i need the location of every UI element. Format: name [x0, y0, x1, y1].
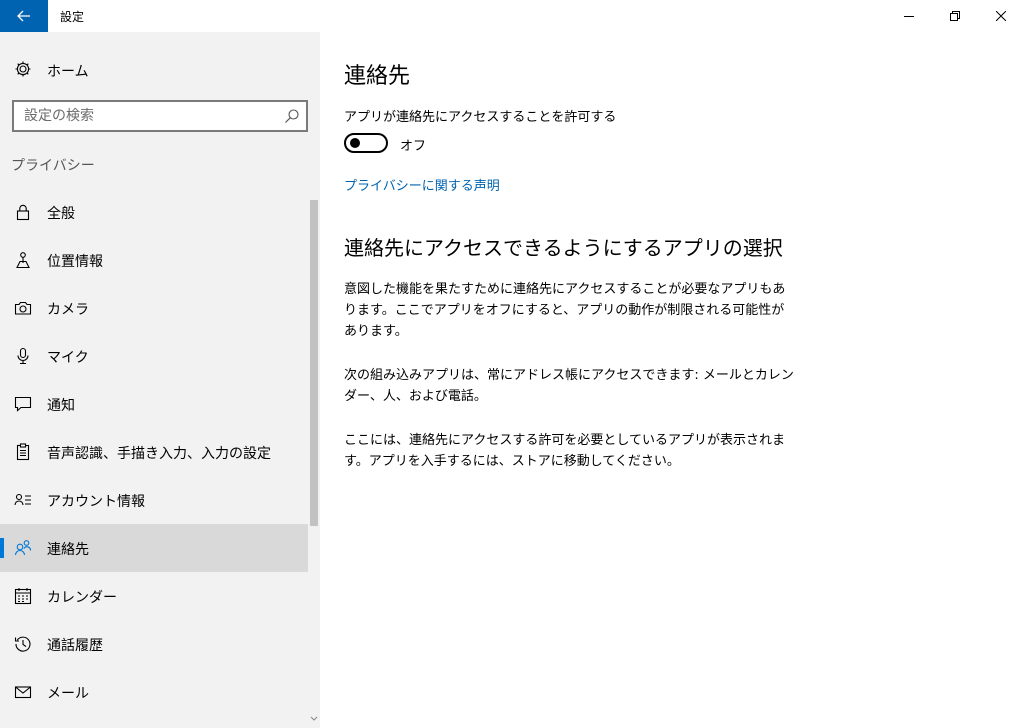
microphone-icon [17, 347, 29, 365]
camera-icon [14, 301, 32, 315]
restore-icon [950, 11, 960, 21]
contacts-icon [14, 540, 32, 556]
history-icon [14, 636, 31, 652]
search-input[interactable] [24, 107, 274, 125]
builtin-apps-paragraph: 次の組み込みアプリは、常にアドレス帳にアクセスできます: メールとカレンダー、人… [344, 368, 794, 404]
minimize-icon [904, 16, 914, 17]
allow-access-toggle[interactable] [344, 133, 388, 153]
notification-icon [14, 396, 32, 412]
sidebar-item-label: マイク [47, 350, 89, 366]
sidebar-item-label: 全般 [47, 206, 75, 222]
gear-icon [15, 61, 31, 77]
section-title-privacy: プライバシー [11, 158, 95, 174]
home-label: ホーム [47, 64, 89, 80]
sidebar-item-label: アカウント情報 [47, 494, 145, 510]
restore-button[interactable] [932, 0, 978, 32]
sidebar-item-label: カメラ [47, 302, 89, 318]
sidebar-item-label: カレンダー [47, 590, 117, 606]
description-paragraph: 意図した機能を果たすために連絡先にアクセスすることが必要なアプリもあります。ここ… [344, 282, 786, 339]
sidebar-item-camera[interactable]: カメラ [0, 284, 308, 332]
search-box[interactable] [12, 100, 308, 132]
close-button[interactable] [978, 0, 1024, 32]
window-title: 設定 [60, 10, 85, 24]
sidebar-item-label: 通知 [47, 398, 75, 414]
sidebar-item-microphone[interactable]: マイク [0, 332, 308, 380]
sidebar-item-location[interactable]: 位置情報 [0, 236, 308, 284]
sidebar-item-label: 通話履歴 [47, 638, 103, 654]
scrollbar-thumb[interactable] [310, 200, 318, 526]
clipboard-icon [16, 443, 30, 461]
allow-access-label: アプリが連絡先にアクセスすることを許可する [344, 110, 617, 125]
lock-icon [16, 204, 30, 221]
sidebar-item-call-history[interactable]: 通話履歴 [0, 620, 308, 668]
privacy-nav-list: 全般 位置情報 カメラ マイク 通知 音声認識、手描き入力、入力の設定 アカウン… [0, 188, 308, 716]
sidebar-item-notifications[interactable]: 通知 [0, 380, 308, 428]
privacy-statement-link[interactable]: プライバシーに関する声明 [344, 175, 500, 194]
sidebar-item-calendar[interactable]: カレンダー [0, 572, 308, 620]
search-icon[interactable] [284, 108, 300, 124]
back-arrow-icon [17, 10, 30, 22]
toggle-knob [350, 138, 360, 148]
sidebar-item-contacts[interactable]: 連絡先 [0, 524, 308, 572]
active-indicator [0, 538, 4, 558]
toggle-state-label: オフ [400, 139, 427, 154]
sidebar-item-label: 音声認識、手描き入力、入力の設定 [47, 446, 271, 462]
account-info-icon [14, 493, 31, 506]
page-title: 連絡先 [344, 64, 411, 89]
sidebar-scrollbar[interactable] [308, 200, 320, 728]
sidebar: ホーム プライバシー 全般 位置情報 [0, 32, 320, 728]
sidebar-item-label: 連絡先 [47, 542, 89, 558]
mail-icon [14, 686, 32, 699]
sidebar-item-mail[interactable]: メール [0, 668, 308, 716]
sidebar-item-label: 位置情報 [47, 254, 103, 270]
close-icon [996, 11, 1006, 21]
sidebar-item-general[interactable]: 全般 [0, 188, 308, 236]
chevron-down-icon[interactable] [310, 714, 318, 724]
location-icon [16, 252, 30, 269]
minimize-button[interactable] [886, 0, 932, 32]
sidebar-item-speech[interactable]: 音声認識、手描き入力、入力の設定 [0, 428, 308, 476]
sidebar-item-account-info[interactable]: アカウント情報 [0, 476, 308, 524]
choose-apps-heading: 連絡先にアクセスできるようにするアプリの選択 [344, 236, 783, 260]
title-bar: 設定 [0, 0, 1024, 32]
calendar-icon [14, 588, 32, 605]
back-button[interactable] [0, 0, 48, 32]
sidebar-item-label: メール [47, 686, 89, 702]
apps-list-info-paragraph: ここには、連絡先にアクセスする許可を必要としているアプリが表示されます。アプリを… [344, 433, 785, 469]
home-nav-item[interactable]: ホーム [0, 54, 308, 84]
